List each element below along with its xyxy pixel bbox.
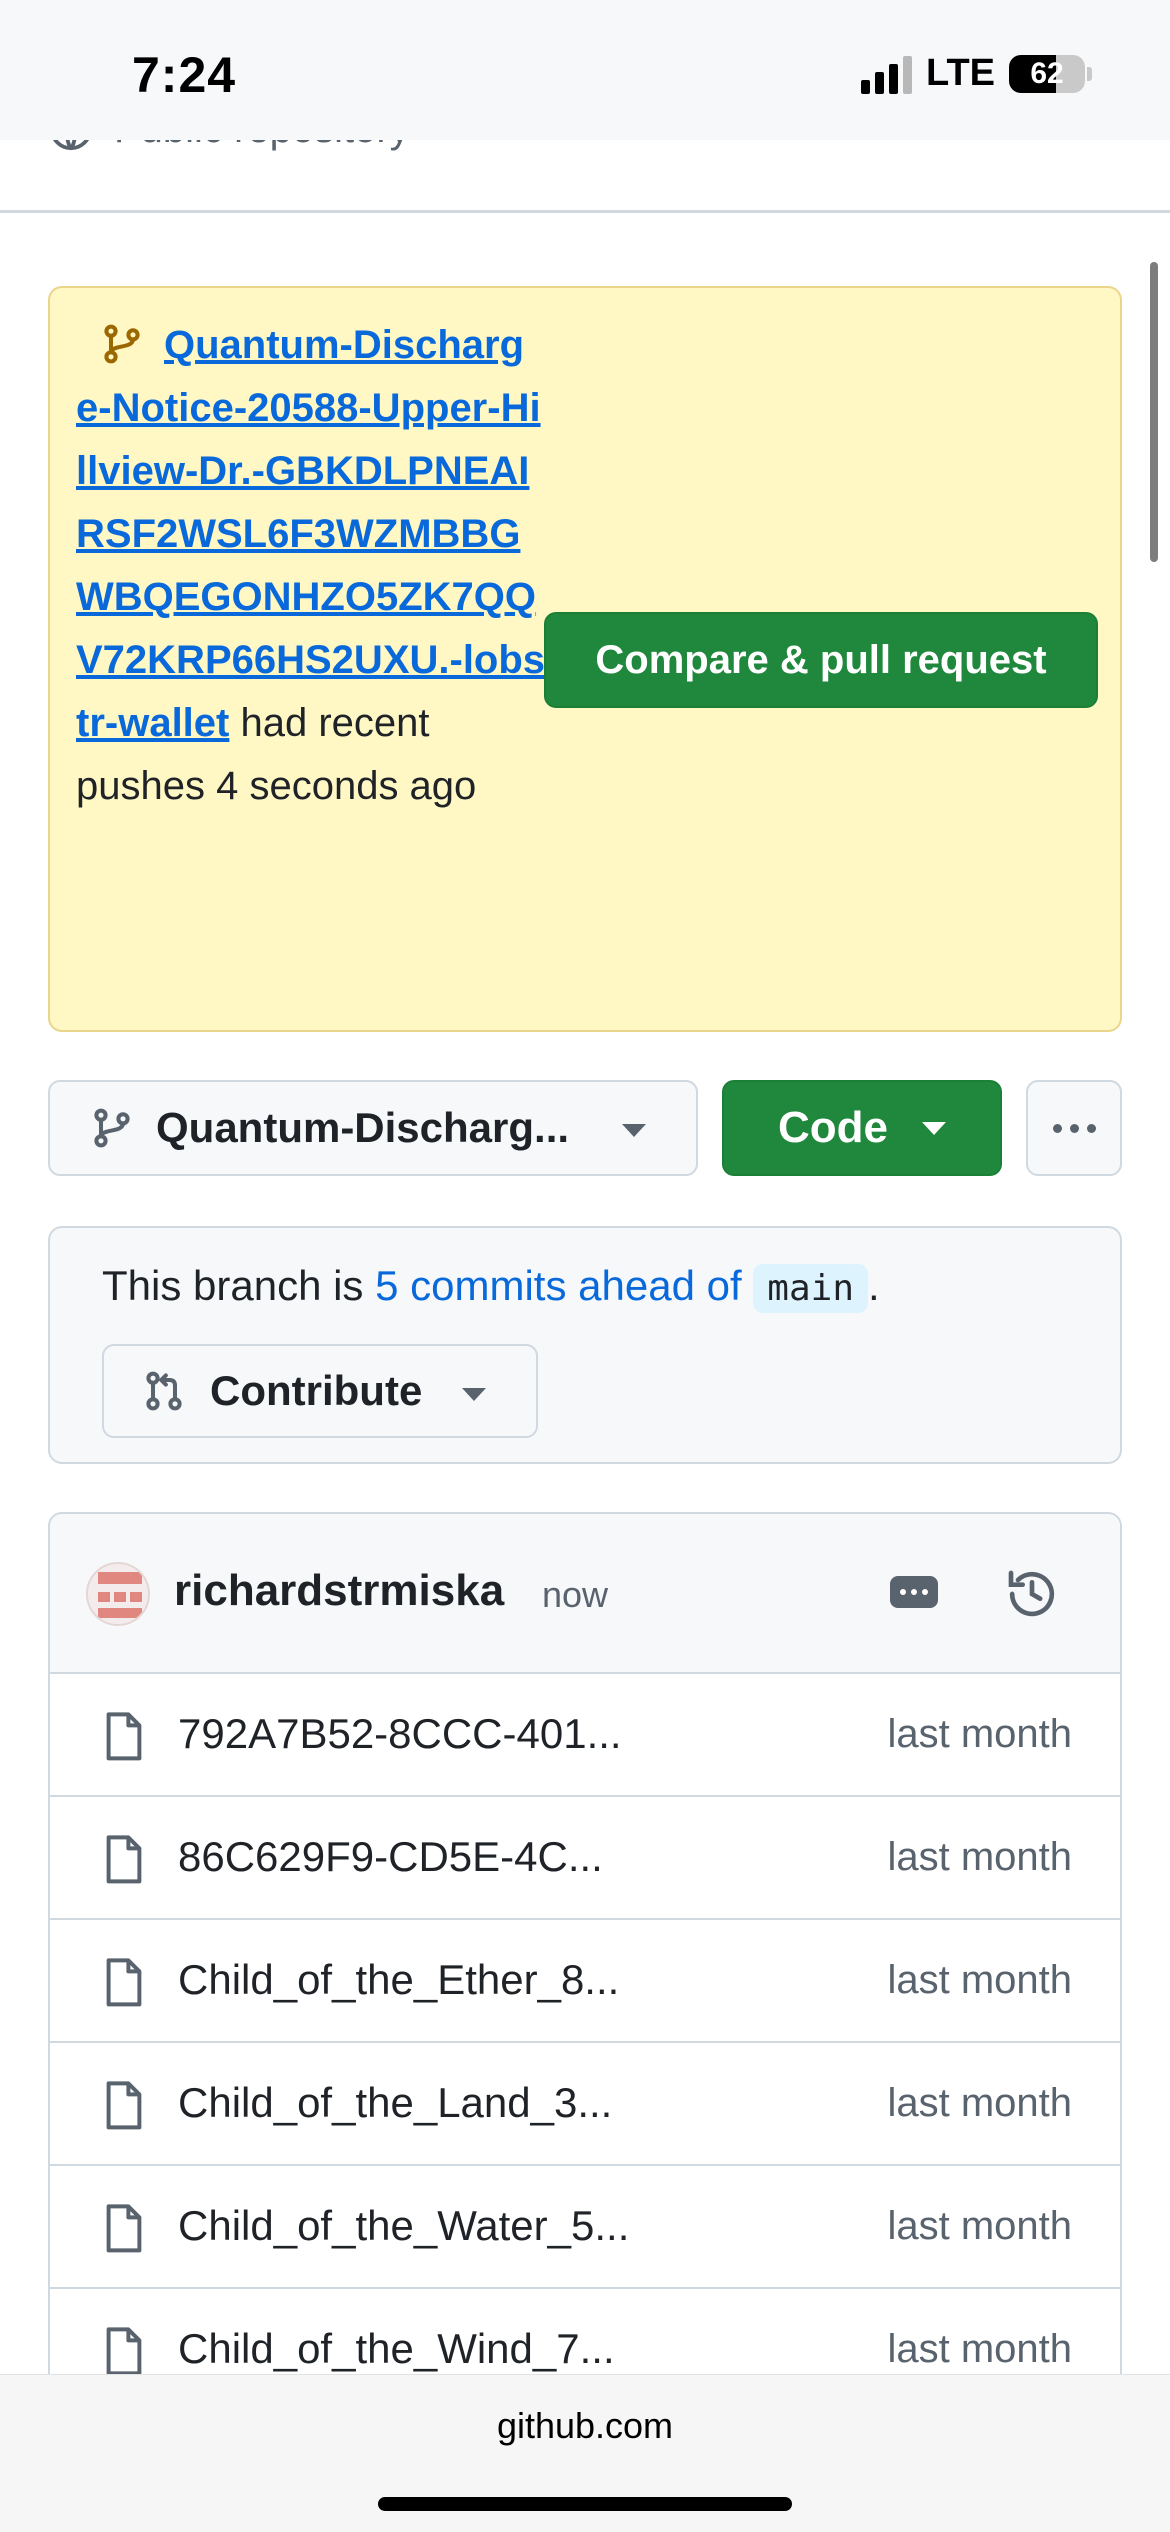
ahead-suffix: . bbox=[868, 1262, 880, 1309]
branch-selector[interactable]: Quantum-Discharg... bbox=[48, 1080, 698, 1176]
ahead-prefix: This branch is bbox=[102, 1262, 376, 1309]
branch-ahead-box: This branch is 5 commits ahead of main. … bbox=[48, 1226, 1122, 1464]
more-options-button[interactable] bbox=[1026, 1080, 1122, 1176]
file-row[interactable]: Child_of_the_Ether_8... last month bbox=[50, 1920, 1120, 2043]
battery-level: 62 bbox=[1030, 56, 1064, 90]
status-time: 7:24 bbox=[132, 47, 237, 103]
repo-header: Public repository bbox=[0, 140, 1170, 212]
network-type: LTE bbox=[926, 52, 995, 94]
latest-commit-row: richardstrmiska now bbox=[50, 1514, 1120, 1674]
battery-cap bbox=[1087, 66, 1092, 81]
commits-ahead-link[interactable]: 5 commits ahead of bbox=[375, 1262, 742, 1309]
kebab-dot bbox=[1069, 1123, 1079, 1133]
file-row[interactable]: 792A7B52-8CCC-401... last month bbox=[50, 1674, 1120, 1797]
chevron-down-icon bbox=[922, 1121, 946, 1135]
chevron-down-icon bbox=[622, 1124, 646, 1137]
file-date: last month bbox=[887, 1958, 1072, 2002]
cellular-signal-icon bbox=[861, 54, 913, 94]
branch-selector-label: Quantum-Discharg... bbox=[156, 1104, 570, 1151]
battery-icon: 62 bbox=[1009, 54, 1085, 93]
globe-icon bbox=[53, 140, 89, 151]
base-branch-badge[interactable]: main bbox=[753, 1264, 868, 1313]
file-icon bbox=[102, 2202, 146, 2254]
file-date: last month bbox=[887, 1712, 1072, 1756]
file-row[interactable]: Child_of_the_Water_5... last month bbox=[50, 2166, 1120, 2289]
address-bar[interactable]: github.com bbox=[0, 2405, 1170, 2447]
branch-ahead-text: This branch is 5 commits ahead of main. bbox=[102, 1254, 880, 1321]
status-bar: 7:24 LTE 62 bbox=[0, 0, 1170, 140]
home-indicator[interactable] bbox=[378, 2497, 792, 2511]
repo-visibility: Public repository bbox=[48, 140, 410, 152]
file-name[interactable]: Child_of_the_Ether_8... bbox=[178, 1956, 619, 2004]
commit-time: now bbox=[542, 1574, 609, 1615]
git-branch-icon bbox=[94, 1108, 130, 1148]
contribute-label: Contribute bbox=[210, 1367, 423, 1414]
file-name[interactable]: 792A7B52-8CCC-401... bbox=[178, 1710, 622, 1758]
file-row[interactable]: 86C629F9-CD5E-4C... last month bbox=[50, 1797, 1120, 1920]
file-name[interactable]: 86C629F9-CD5E-4C... bbox=[178, 1833, 603, 1881]
repo-visibility-label: Public repository bbox=[114, 140, 410, 152]
file-icon bbox=[102, 2325, 146, 2377]
kebab-dot bbox=[1086, 1123, 1096, 1133]
status-indicators: LTE 62 bbox=[861, 52, 1092, 95]
file-row[interactable]: Child_of_the_Land_3... last month bbox=[50, 2043, 1120, 2166]
file-name[interactable]: Child_of_the_Water_5... bbox=[178, 2202, 629, 2250]
browser-bottom-bar: github.com bbox=[0, 2374, 1170, 2532]
file-date: last month bbox=[887, 2081, 1072, 2125]
avatar[interactable] bbox=[86, 1562, 150, 1626]
file-icon bbox=[102, 2079, 146, 2131]
recent-push-banner: Quantum-Discharge-Notice-20588-Upper-Hil… bbox=[48, 286, 1122, 1032]
contribute-button[interactable]: Contribute bbox=[102, 1344, 538, 1438]
file-icon bbox=[102, 1956, 146, 2008]
file-name[interactable]: Child_of_the_Wind_7... bbox=[178, 2325, 615, 2373]
chevron-down-icon bbox=[462, 1388, 486, 1401]
pushed-branch-link[interactable]: Quantum-Discharge-Notice-20588-Upper-Hil… bbox=[76, 323, 545, 745]
commit-message-toggle-icon[interactable] bbox=[890, 1576, 938, 1608]
compare-pull-request-button[interactable]: Compare & pull request bbox=[544, 612, 1098, 708]
push-banner-text: Quantum-Discharge-Notice-20588-Upper-Hil… bbox=[76, 314, 546, 818]
file-date: last month bbox=[887, 1835, 1072, 1879]
file-date: last month bbox=[887, 2327, 1072, 2371]
file-date: last month bbox=[887, 2204, 1072, 2248]
header-divider bbox=[0, 210, 1170, 213]
pull-request-icon bbox=[146, 1371, 182, 1411]
kebab-dot bbox=[1052, 1123, 1062, 1133]
file-name[interactable]: Child_of_the_Land_3... bbox=[178, 2079, 612, 2127]
code-button[interactable]: Code bbox=[722, 1080, 1002, 1176]
page-scrollbar[interactable] bbox=[1150, 262, 1158, 562]
code-button-label: Code bbox=[778, 1103, 888, 1152]
history-icon[interactable] bbox=[1004, 1566, 1060, 1622]
file-icon bbox=[102, 1833, 146, 1885]
file-icon bbox=[102, 1710, 146, 1762]
commit-author[interactable]: richardstrmiska bbox=[174, 1566, 504, 1616]
git-branch-icon bbox=[104, 324, 140, 364]
